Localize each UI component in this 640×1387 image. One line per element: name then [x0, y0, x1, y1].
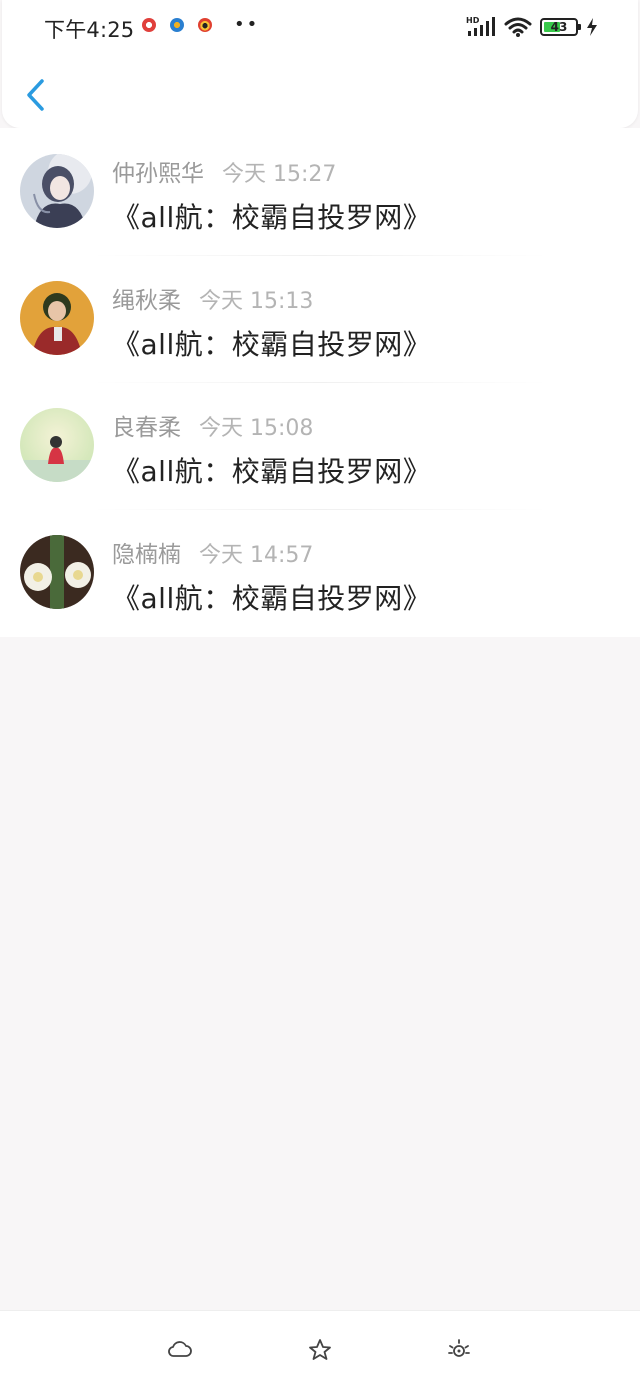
message-list: 仲孙熙华 今天 15:27 《all航：校霸自投罗网》 绳秋柔 今天 15:13…	[0, 128, 640, 637]
tab-cloud[interactable]	[167, 1337, 193, 1363]
network-label: HD	[466, 16, 480, 25]
back-button[interactable]	[22, 78, 52, 112]
timestamp: 今天 15:08	[199, 416, 314, 441]
item-meta: 仲孙熙华 今天 15:27	[112, 154, 336, 188]
author-name: 仲孙熙华	[112, 161, 204, 187]
app-notification-icon	[170, 18, 184, 32]
avatar[interactable]	[20, 535, 94, 609]
author-name: 良春柔	[112, 415, 181, 441]
list-item[interactable]: 良春柔 今天 15:08 《all航：校霸自投罗网》	[0, 382, 640, 509]
more-notifications-icon: ••	[234, 14, 260, 35]
item-title: 《all航：校霸自投罗网》	[112, 201, 432, 234]
status-time: 下午4:25	[44, 18, 135, 42]
list-item[interactable]: 仲孙熙华 今天 15:27 《all航：校霸自投罗网》	[0, 128, 640, 255]
author-name: 绳秋柔	[112, 288, 181, 314]
status-right: HD 43	[466, 16, 598, 38]
tab-sun[interactable]	[446, 1337, 472, 1363]
weibo-notification-icon	[142, 18, 156, 32]
timestamp: 今天 15:27	[222, 162, 337, 187]
cloud-icon	[168, 1341, 192, 1357]
chevron-left-icon	[27, 79, 44, 111]
avatar[interactable]	[20, 408, 94, 482]
list-item[interactable]: 绳秋柔 今天 15:13 《all航：校霸自投罗网》	[0, 255, 640, 382]
timestamp: 今天 14:57	[199, 543, 314, 568]
author-name: 隐楠楠	[112, 542, 181, 568]
item-meta: 隐楠楠 今天 14:57	[112, 535, 313, 569]
item-title: 《all航：校霸自投罗网》	[112, 582, 432, 615]
notification-icons	[142, 18, 212, 32]
bottom-bar	[0, 1310, 640, 1387]
list-item[interactable]: 隐楠楠 今天 14:57 《all航：校霸自投罗网》	[0, 509, 640, 636]
item-meta: 良春柔 今天 15:08	[112, 408, 313, 442]
avatar[interactable]	[20, 281, 94, 355]
weibo-eye-notification-icon	[198, 18, 212, 32]
tab-star[interactable]	[307, 1337, 333, 1363]
wifi-icon	[504, 17, 532, 37]
item-title: 《all航：校霸自投罗网》	[112, 328, 432, 361]
signal-icon: HD	[466, 16, 495, 36]
item-title: 《all航：校霸自投罗网》	[112, 455, 432, 488]
timestamp: 今天 15:13	[199, 289, 314, 314]
battery-indicator: 43	[540, 18, 581, 36]
avatar[interactable]	[20, 154, 94, 228]
battery-level: 43	[550, 20, 568, 34]
header: 下午4:25 •• HD 43	[2, 0, 638, 128]
item-meta: 绳秋柔 今天 15:13	[112, 281, 313, 315]
star-icon	[309, 1339, 331, 1360]
sun-icon	[448, 1339, 470, 1357]
charging-icon	[587, 18, 597, 36]
screen: 下午4:25 •• HD 43 仲孙熙华 今天 15:27 《all航：校霸自投…	[0, 0, 640, 1387]
